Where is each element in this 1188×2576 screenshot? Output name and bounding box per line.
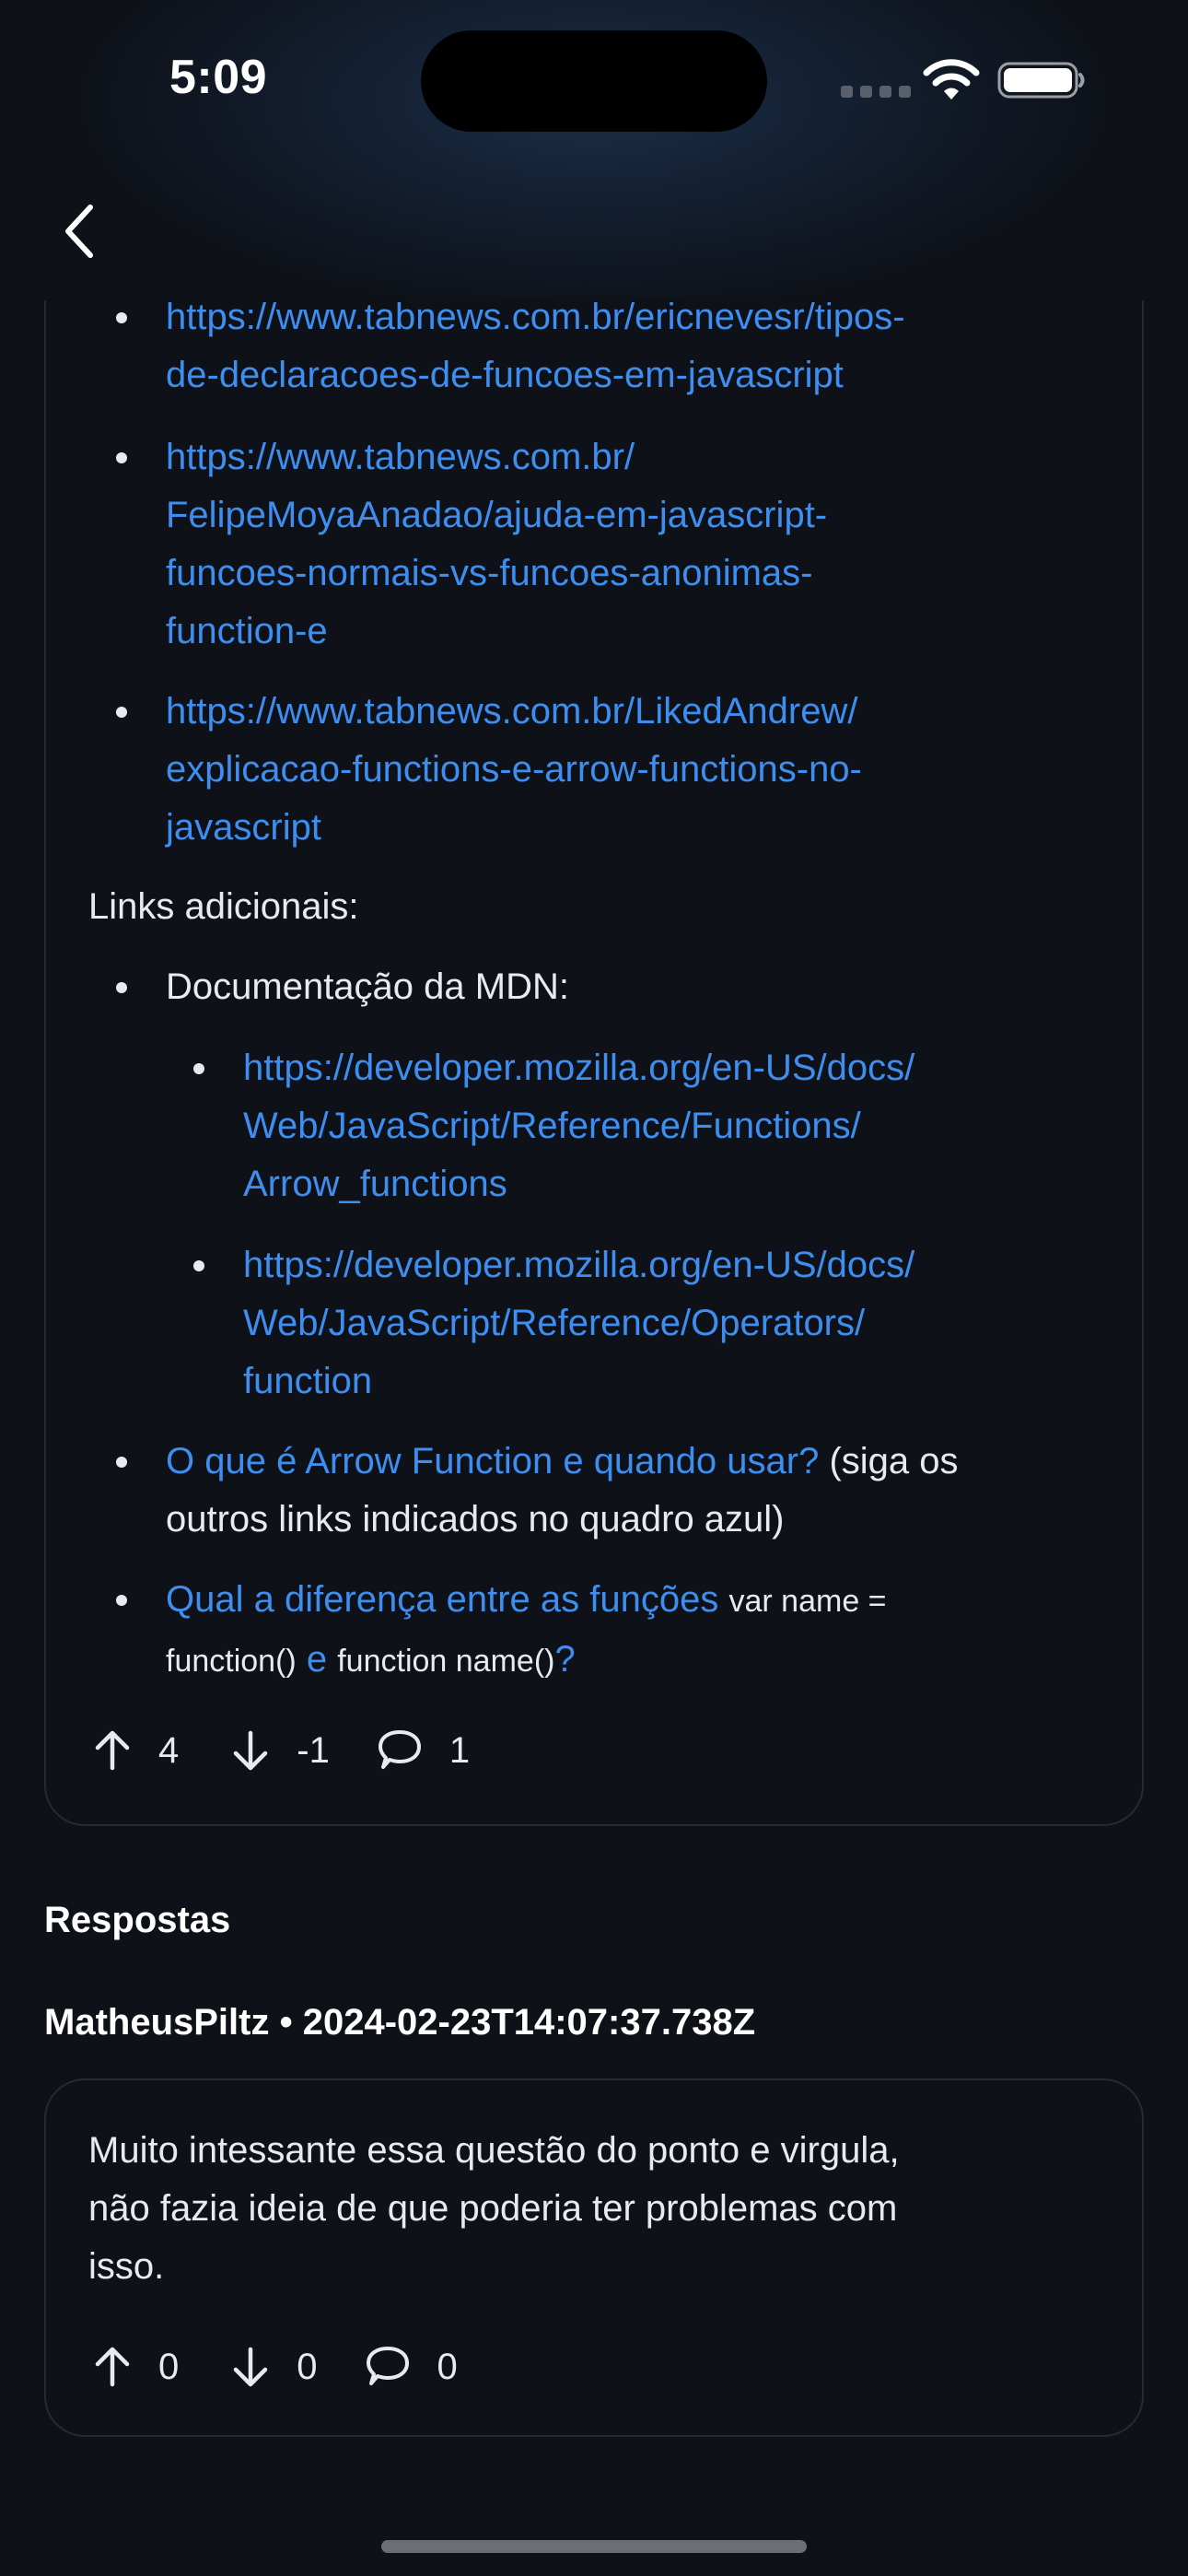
inline-code: function name()	[337, 1644, 555, 1679]
mdn-label: Documentação da MDN:	[166, 966, 569, 1007]
screen: https://www.tabnews.com.br/ericnevesr/ti…	[0, 0, 1188, 2576]
arrow-function-item: O que é Arrow Function e quando usar? (s…	[166, 1433, 959, 1549]
bullet	[193, 1063, 204, 1074]
chevron-left-icon	[65, 205, 93, 258]
link-line[interactable]: Arrow_functions	[243, 1155, 914, 1213]
replies-title: Respostas	[44, 1900, 231, 1940]
header: 5:09	[0, 0, 1188, 300]
reply-line: isso.	[88, 2246, 165, 2287]
link-line[interactable]: FelipeMoyaAnadao/ajuda-em-javascript-	[166, 486, 827, 544]
link-line[interactable]: https://www.tabnews.com.br/	[166, 428, 827, 486]
arrow-up-icon	[95, 2347, 130, 2387]
comment-button[interactable]: 1	[376, 1728, 470, 1773]
downvote-count: 0	[297, 2346, 318, 2387]
bullet	[116, 707, 127, 718]
post-actions: 4 -1 1	[92, 1728, 470, 1773]
bullet	[116, 1595, 127, 1606]
comment-button[interactable]: 0	[364, 2345, 458, 2389]
inline-code: var name =	[728, 1584, 887, 1619]
link-line[interactable]: javascript	[166, 799, 862, 857]
downvote-button[interactable]: -1	[230, 1729, 330, 1772]
comment-icon	[366, 2347, 409, 2385]
function-diff-link[interactable]: e	[307, 1639, 327, 1680]
upvote-count: 4	[158, 1729, 180, 1771]
reply-meta[interactable]: MatheusPiltz • 2024-02-23T14:07:37.738Z	[44, 2002, 755, 2043]
battery-icon	[997, 62, 1085, 99]
inline-code: function()	[166, 1644, 297, 1679]
link-line[interactable]: funcoes-normais-vs-funcoes-anonimas-	[166, 544, 827, 603]
comment-count: 1	[448, 1729, 471, 1771]
link-line[interactable]: https://www.tabnews.com.br/LikedAndrew/	[166, 683, 862, 741]
arrow-up-icon	[95, 1730, 130, 1771]
arrow-function-link[interactable]: O que é Arrow Function e quando usar?	[166, 1441, 819, 1481]
bullet	[116, 452, 127, 463]
wifi-icon	[923, 59, 980, 100]
upvote-button[interactable]: 0	[92, 2346, 179, 2388]
mdn-link[interactable]: https://developer.mozilla.org/en-US/docs…	[243, 1039, 914, 1213]
link-line[interactable]: https://developer.mozilla.org/en-US/docs…	[243, 1039, 914, 1097]
bullet	[116, 982, 127, 993]
function-diff-item: Qual a diferença entre as funções var na…	[166, 1571, 887, 1691]
function-diff-link[interactable]: Qual a diferença entre as funções	[166, 1579, 718, 1620]
dynamic-island	[421, 30, 767, 132]
link-line[interactable]: function-e	[166, 603, 827, 661]
link-line[interactable]: https://developer.mozilla.org/en-US/docs…	[243, 1236, 914, 1294]
item-text: outros links indicados no quadro azul)	[166, 1499, 785, 1540]
reply-body: Muito intessante essa questão do ponto e…	[88, 2122, 900, 2296]
link-line[interactable]: de-declaracoes-de-funcoes-em-javascript	[166, 346, 905, 404]
cellular-signal-icon	[841, 86, 911, 98]
link-line[interactable]: explicacao-functions-e-arrow-functions-n…	[166, 741, 862, 799]
status-time: 5:09	[169, 51, 268, 104]
arrow-down-icon	[234, 2347, 268, 2387]
reply-line: Muito intessante essa questão do ponto e…	[88, 2130, 900, 2171]
upvote-button[interactable]: 4	[92, 1729, 179, 1772]
link-line[interactable]: Web/JavaScript/Reference/Functions/	[243, 1097, 914, 1155]
link-line[interactable]: function	[243, 1352, 914, 1411]
comment-icon	[378, 1730, 421, 1769]
reply-line: não fazia ideia de que poderia ter probl…	[88, 2188, 898, 2229]
link-line[interactable]: Web/JavaScript/Reference/Operators/	[243, 1294, 914, 1352]
upvote-count: 0	[158, 2346, 180, 2387]
mdn-link[interactable]: https://developer.mozilla.org/en-US/docs…	[243, 1236, 914, 1411]
home-indicator[interactable]	[381, 2540, 807, 2553]
item-text: (siga os	[819, 1441, 959, 1481]
post-link[interactable]: https://www.tabnews.com.br/ericnevesr/ti…	[166, 288, 905, 404]
bullet	[193, 1260, 204, 1271]
post-link[interactable]: https://www.tabnews.com.br/ FelipeMoyaAn…	[166, 428, 827, 661]
post-link[interactable]: https://www.tabnews.com.br/LikedAndrew/ …	[166, 683, 862, 857]
comment-count: 0	[437, 2346, 458, 2387]
bullet	[116, 312, 127, 323]
arrow-down-icon	[234, 1730, 268, 1771]
reply-actions: 0 0 0	[92, 2345, 458, 2389]
back-button[interactable]	[52, 199, 107, 263]
downvote-button[interactable]: 0	[230, 2346, 318, 2388]
bullet	[116, 1457, 127, 1468]
downvote-count: -1	[297, 1729, 330, 1771]
additional-links-label: Links adicionais:	[88, 886, 359, 927]
function-diff-link[interactable]: ?	[554, 1639, 575, 1680]
